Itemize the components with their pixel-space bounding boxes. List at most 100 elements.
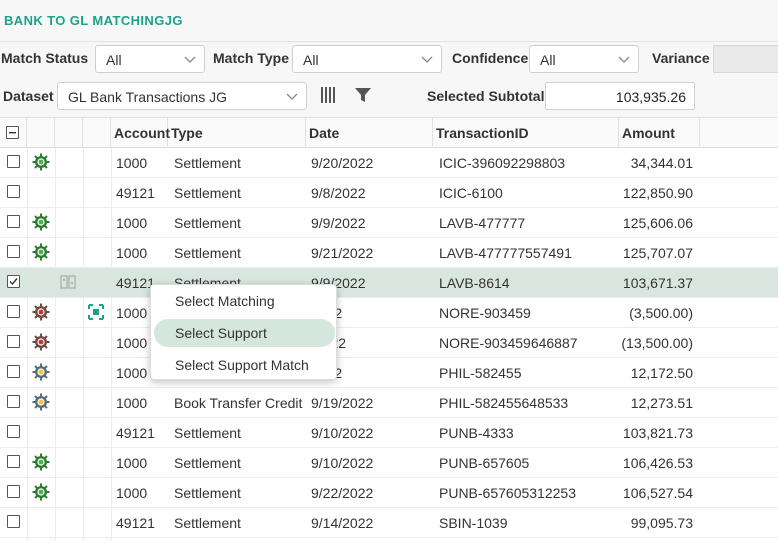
account-cell: 49121: [116, 185, 155, 201]
row-checkbox[interactable]: [7, 215, 20, 228]
match-status-gear-icon[interactable]: [32, 303, 50, 321]
amount-col-header[interactable]: Amount: [619, 118, 700, 148]
page-title: BANK TO GL MATCHINGJG: [4, 13, 183, 28]
transactionid-cell: PHIL-582455648533: [439, 395, 569, 411]
menu-item-select-matching[interactable]: Select Matching: [154, 287, 335, 315]
amount-cell: 12,273.51: [630, 395, 693, 411]
amount-cell: 125,606.06: [622, 215, 693, 231]
table-row[interactable]: 1000 Book Transfer Credit 9/19/2022 PHIL-58…: [0, 388, 778, 418]
account-cell: 49121: [116, 515, 155, 531]
row-checkbox[interactable]: [7, 365, 20, 378]
table-row[interactable]: 49121 Settlement 9/14/2022 SBIN-1039 99,095.…: [0, 508, 778, 538]
amount-cell: 99,095.73: [630, 515, 693, 531]
match-type-value: All: [303, 52, 319, 68]
match-status-gear-icon[interactable]: [32, 483, 50, 501]
filter-bar: Match Status All Match Type All Confiden…: [0, 42, 778, 76]
row-checkbox[interactable]: [7, 515, 20, 528]
row-checkbox[interactable]: [7, 275, 20, 288]
title-bar: BANK TO GL MATCHINGJG: [0, 0, 778, 42]
amount-cell: 106,527.54: [622, 485, 693, 501]
match-status-label: Match Status: [1, 50, 89, 66]
amount-cell: (13,500.00): [621, 335, 693, 351]
table-row[interactable]: 1000 Settlement 9/22/2022 PUNB-657605312253…: [0, 478, 778, 508]
transactionid-cell: ICIC-396092298803: [439, 155, 566, 171]
type-cell: Settlement: [174, 185, 241, 201]
match-type-select[interactable]: All: [292, 45, 442, 73]
transactionid-cell: PUNB-4333: [439, 425, 514, 441]
date-cell: 9/9/2022: [311, 215, 366, 231]
type-cell: Settlement: [174, 515, 241, 531]
row-checkbox[interactable]: [7, 155, 20, 168]
match-status-gear-icon[interactable]: [32, 243, 50, 261]
type-cell: Book Transfer Credit: [174, 395, 303, 411]
match-status-gear-icon[interactable]: [32, 213, 50, 231]
confidence-select[interactable]: All: [529, 45, 639, 73]
table-row[interactable]: 49121 Settlement 9/8/2022 ICIC-6100 122,850.…: [0, 178, 778, 208]
selected-subtotal-field: 103,935.26: [545, 82, 695, 110]
chevron-down-icon: [421, 52, 433, 64]
variance-label: Variance: [652, 50, 710, 66]
amount-cell: 12,172.50: [630, 365, 693, 381]
account-cell: 1000: [116, 215, 148, 231]
match-status-gear-icon[interactable]: [32, 153, 50, 171]
dataset-select[interactable]: GL Bank Transactions JG: [57, 82, 307, 110]
table-row[interactable]: 10002022NORE-903459(3,500.00): [0, 298, 778, 328]
row-checkbox[interactable]: [7, 305, 20, 318]
date-cell: 9/21/2022: [311, 245, 374, 261]
account-cell: 1000: [116, 485, 148, 501]
context-menu: Select Matching Select Support Select Su…: [150, 284, 337, 380]
row-checkbox[interactable]: [7, 485, 20, 498]
amount-cell: 106,426.53: [622, 455, 693, 471]
chevron-down-icon: [286, 89, 298, 101]
table-row[interactable]: 1000 Settlement 9/9/2022 LAVB-477777 125,606…: [0, 208, 778, 238]
row-checkbox[interactable]: [7, 245, 20, 258]
support-doc-icon[interactable]: [59, 273, 77, 291]
amount-cell: 125,707.07: [622, 245, 693, 261]
row-checkbox[interactable]: [7, 395, 20, 408]
match-status-gear-icon[interactable]: [32, 393, 50, 411]
table-row[interactable]: 49121 Settlement 9/10/2022 PUNB-4333 103,821…: [0, 418, 778, 448]
dataset-value: GL Bank Transactions JG: [68, 89, 227, 105]
table-row[interactable]: 1000 Settlement 9/10/2022 PUNB-657605 106,42…: [0, 448, 778, 478]
row-checkbox[interactable]: [7, 185, 20, 198]
confidence-label: Confidence: [452, 50, 529, 66]
account-cell: 1000: [116, 335, 148, 351]
transactionid-cell: PUNB-657605: [439, 455, 530, 471]
account-cell: 49121: [116, 425, 155, 441]
select-all-cell: [0, 118, 27, 148]
table-row[interactable]: 1000/2022NORE-903459646887(13,500.00): [0, 328, 778, 358]
row-checkbox[interactable]: [7, 335, 20, 348]
amount-cell: 122,850.90: [622, 185, 693, 201]
chevron-down-icon: [184, 52, 196, 64]
filter-icon[interactable]: [353, 85, 375, 107]
account-col-header[interactable]: Account: [111, 118, 170, 148]
account-cell: 1000: [116, 245, 148, 261]
columns-icon[interactable]: [319, 85, 341, 107]
table-row[interactable]: 1000 Settlement 9/21/2022 LAVB-477777557491…: [0, 238, 778, 268]
date-cell: 9/19/2022: [311, 395, 374, 411]
table-row[interactable]: 1000 Settlement 9/20/2022 ICIC-396092298803…: [0, 148, 778, 178]
match-type-label: Match Type: [213, 50, 289, 66]
dataset-label: Dataset: [3, 88, 54, 104]
select-all-checkbox[interactable]: [6, 126, 19, 139]
date-cell: 9/14/2022: [311, 515, 374, 531]
match-status-gear-icon[interactable]: [32, 363, 50, 381]
match-status-gear-icon[interactable]: [32, 333, 50, 351]
match-status-gear-icon[interactable]: [32, 453, 50, 471]
type-col-header[interactable]: Type: [168, 118, 306, 148]
menu-item-select-support[interactable]: Select Support: [154, 319, 335, 347]
grid-header: Account Type Date TransactionID Amount: [0, 118, 778, 148]
table-row[interactable]: 10002022PHIL-58245512,172.50: [0, 358, 778, 388]
chevron-down-icon: [618, 52, 630, 64]
variance-input[interactable]: [713, 45, 778, 73]
row-checkbox[interactable]: [7, 425, 20, 438]
menu-item-select-support-match[interactable]: Select Support Match: [154, 351, 335, 379]
match-status-select[interactable]: All: [95, 45, 205, 73]
transactionid-col-header[interactable]: TransactionID: [433, 118, 619, 148]
type-cell: Settlement: [174, 155, 241, 171]
support-match-icon[interactable]: [87, 303, 105, 321]
table-row[interactable]: 49121 Settlement 9/9/2022 LAVB-8614 103,671.…: [0, 268, 778, 298]
row-checkbox[interactable]: [7, 455, 20, 468]
account-cell: 1000: [116, 305, 148, 321]
date-col-header[interactable]: Date: [306, 118, 433, 148]
